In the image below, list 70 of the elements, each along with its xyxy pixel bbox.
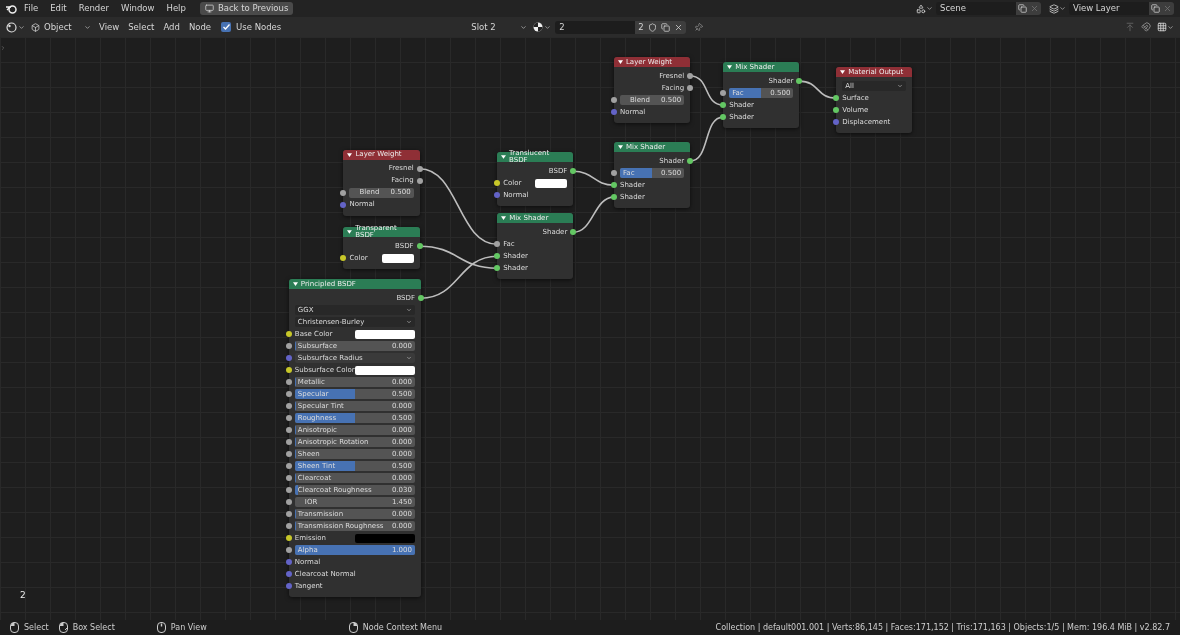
sphere-icon xyxy=(533,22,544,32)
copy-icon[interactable] xyxy=(660,22,670,32)
material-browse-button[interactable] xyxy=(533,22,552,32)
collapse-icon[interactable] xyxy=(347,152,353,157)
collapse-icon[interactable] xyxy=(727,65,733,70)
shield-icon[interactable] xyxy=(647,22,657,32)
node-canvas[interactable] xyxy=(0,37,1180,620)
hint-label: Node Context Menu xyxy=(362,621,443,634)
grid-snap-icon[interactable] xyxy=(1157,22,1167,32)
chevron-icon[interactable] xyxy=(926,5,933,12)
node-editor-icon xyxy=(6,21,17,33)
menu-item[interactable]: Help xyxy=(166,2,186,15)
use-nodes-checkbox[interactable]: Use Nodes xyxy=(221,20,282,34)
magnet-icon[interactable] xyxy=(1141,22,1151,32)
chevron-icon[interactable] xyxy=(1059,5,1066,12)
menu-item[interactable]: File xyxy=(24,2,39,15)
chevron-icon xyxy=(84,23,91,31)
scene-icon[interactable] xyxy=(916,3,926,14)
chevron-icon xyxy=(18,23,25,31)
menu-item[interactable]: Select xyxy=(128,20,155,34)
mouse-icon xyxy=(348,622,358,633)
slot-dropdown[interactable]: Slot 2 xyxy=(471,20,528,34)
hint-label: Pan View xyxy=(170,621,207,634)
user-count[interactable]: 2 xyxy=(638,20,644,34)
collapse-icon[interactable] xyxy=(292,282,298,287)
color-swatch[interactable] xyxy=(354,329,415,339)
collapse-icon[interactable] xyxy=(501,155,507,160)
view-layer-field[interactable]: View Layer xyxy=(1069,2,1149,15)
hint-label: Select xyxy=(24,621,49,634)
collapse-icon[interactable] xyxy=(840,70,846,75)
menu-item[interactable]: Render xyxy=(78,2,109,15)
color-swatch[interactable] xyxy=(354,365,415,375)
color-swatch[interactable] xyxy=(381,253,414,263)
scene-field[interactable]: Scene xyxy=(936,2,1016,15)
object-icon xyxy=(31,22,40,32)
chevron-icon[interactable] xyxy=(1167,23,1174,31)
material-name-field[interactable]: 2 xyxy=(555,20,636,34)
menu-item[interactable]: Window xyxy=(120,2,155,15)
mouse-icon xyxy=(10,622,19,633)
collapse-icon[interactable] xyxy=(617,145,623,150)
monitor-icon xyxy=(204,4,214,13)
mouse-icon xyxy=(156,622,166,633)
collapse-icon[interactable] xyxy=(501,216,507,221)
app-logo-icon[interactable] xyxy=(6,3,17,14)
copy-icon[interactable] xyxy=(1018,4,1027,13)
collapse-icon[interactable] xyxy=(617,60,623,64)
close-icon[interactable] xyxy=(673,22,683,32)
collapse-icon[interactable] xyxy=(347,230,353,235)
color-swatch[interactable] xyxy=(354,533,415,543)
copy-icon[interactable] xyxy=(1151,4,1160,13)
editor-type-button[interactable] xyxy=(6,21,25,33)
hint-label: Box Select xyxy=(72,621,115,634)
checkbox[interactable] xyxy=(221,22,232,32)
check-icon xyxy=(222,24,230,30)
chevron-icon xyxy=(544,23,552,31)
mouse-icon xyxy=(58,622,68,633)
scene-statistics: Collection | default001.001 | Verts:86,145 | Faces:171,152 | Tris:171,163 | Objects:1/5 | Mem: 196.4 MiB | v2.82.7 xyxy=(715,621,1170,634)
back-button[interactable]: Back to Previous xyxy=(199,2,294,15)
menu-item[interactable]: View xyxy=(99,20,120,34)
color-swatch[interactable] xyxy=(535,178,568,188)
menu-item[interactable]: Edit xyxy=(50,2,67,15)
mode-dropdown[interactable]: Object xyxy=(31,20,91,34)
chevron-icon xyxy=(897,83,904,90)
chevron-icon xyxy=(520,23,528,31)
chevron-icon xyxy=(405,355,412,362)
menu-item[interactable]: Node xyxy=(188,20,212,34)
layers-icon[interactable] xyxy=(1049,3,1059,14)
shader-node[interactable] xyxy=(288,279,421,598)
menu-item[interactable]: Add xyxy=(163,20,180,34)
material-label: 2 xyxy=(20,588,26,602)
